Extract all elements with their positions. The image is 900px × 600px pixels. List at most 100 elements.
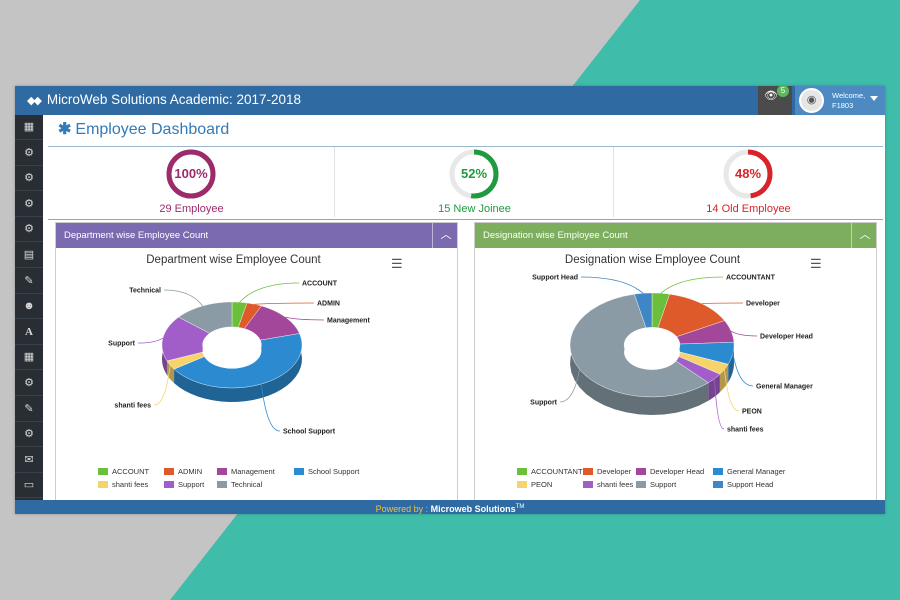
data-label: ACCOUNTANT	[726, 275, 776, 282]
gears-icon: ⚙	[24, 223, 34, 236]
legend-label: ACCOUNT	[112, 467, 150, 476]
data-label: ADMIN	[317, 301, 340, 308]
data-label: Technical	[129, 288, 161, 295]
envelope-icon: ✉	[24, 453, 34, 466]
welcome-block: Welcome, F1803	[832, 91, 865, 111]
sidebar-item-9[interactable]: ▦	[15, 345, 43, 371]
sidebar-item-13[interactable]: ✉	[15, 448, 43, 473]
app-title: MicroWeb Solutions Academic: 2017-2018	[46, 92, 302, 107]
legend-item[interactable]: shanti fees	[583, 480, 633, 489]
gears-icon: ⚙	[24, 146, 34, 159]
sidebar-item-3[interactable]: ⚙	[15, 192, 43, 217]
legend-swatch	[517, 481, 527, 488]
top-navbar: ◆◆ MicroWeb Solutions Academic: 2017-2018…	[15, 86, 885, 115]
footer-company: Microweb Solutions	[430, 504, 516, 514]
leader-line	[580, 276, 644, 294]
sidebar-item-0[interactable]: ▦	[15, 115, 43, 140]
department-pie-chart: ACCOUNT ADMIN Management School Support shan…	[108, 281, 370, 436]
edit-icon: ✎	[24, 274, 34, 287]
legend-label: Developer Head	[650, 467, 705, 476]
data-label: General Manager	[756, 384, 813, 391]
legend-item[interactable]: ACCOUNTANT	[517, 467, 583, 476]
legend-item[interactable]: Developer	[583, 467, 631, 476]
leader-line	[239, 282, 300, 303]
department-panel: Department wise Employee Count ︿ Departm…	[55, 222, 458, 502]
legend-label: shanti fees	[112, 480, 149, 489]
sidebar-item-14[interactable]: ▭	[15, 473, 43, 499]
stat-new-joinee: 52% 15 New Joinee	[335, 147, 614, 217]
sidebar-item-7[interactable]: ☻	[15, 294, 43, 320]
legend-label: ADMIN	[178, 467, 203, 476]
legend-swatch	[164, 468, 174, 475]
page-title-text: Employee Dashboard	[75, 121, 230, 138]
user-id: F1803	[832, 101, 854, 110]
panel-title: Designation wise Employee Count	[483, 230, 628, 241]
sidebar-item-1[interactable]: ⚙	[15, 141, 43, 166]
app-window: ◆◆ MicroWeb Solutions Academic: 2017-2018…	[15, 86, 885, 514]
eye-icon: 👁	[764, 90, 778, 102]
leader-line	[285, 316, 325, 321]
donut-hole	[202, 332, 262, 369]
sidebar-item-8[interactable]: A	[15, 320, 43, 345]
legend-item[interactable]: Developer Head	[636, 467, 704, 476]
data-label: Developer	[746, 301, 780, 308]
legend-label: ACCOUNTANT	[531, 467, 583, 476]
legend-item[interactable]: Support	[164, 480, 204, 489]
legend-item[interactable]: shanti fees	[98, 480, 148, 489]
leader-line	[660, 276, 724, 294]
legend-swatch	[713, 481, 723, 488]
collapse-button[interactable]: ︿	[851, 223, 876, 248]
legend-swatch	[294, 468, 304, 475]
sidebar-item-11[interactable]: ✎	[15, 397, 43, 422]
legend-item[interactable]: PEON	[517, 480, 552, 489]
data-label: shanti fees	[114, 403, 151, 410]
stat-old-employee: 48% 14 Old Employee	[614, 147, 883, 217]
data-label: Support Head	[532, 275, 578, 282]
legend-item[interactable]: ACCOUNT	[98, 467, 149, 476]
table-icon: ▦	[23, 351, 35, 364]
legend-swatch	[517, 468, 527, 475]
legend-item[interactable]: School Support	[294, 467, 359, 476]
page-title: ✱ Employee Dashboard	[58, 119, 229, 139]
avatar: ◉	[799, 88, 824, 113]
legend-swatch	[164, 481, 174, 488]
sidebar-item-12[interactable]: ⚙	[15, 422, 43, 448]
stat-label: 29 Employee	[159, 203, 224, 215]
legend-swatch	[98, 481, 108, 488]
users-icon: ☻	[23, 300, 35, 313]
welcome-text: Welcome,	[832, 91, 866, 100]
data-label: PEON	[742, 409, 762, 416]
data-label: School Support	[283, 429, 336, 436]
sidebar-item-10[interactable]: ⚙	[15, 371, 43, 396]
sidebar-item-4[interactable]: ⚙	[15, 217, 43, 243]
sidebar-item-6[interactable]: ✎	[15, 269, 43, 294]
legend-label: PEON	[531, 480, 553, 489]
gears-icon: ⚙	[24, 172, 34, 185]
legend-swatch	[583, 481, 593, 488]
sidebar-item-2[interactable]: ⚙	[15, 166, 43, 192]
legend-item[interactable]: General Manager	[713, 467, 785, 476]
main-content: ✱ Employee Dashboard 100% 29 Employee 52%…	[43, 115, 885, 502]
legend-swatch	[217, 481, 227, 488]
legend-item[interactable]: Technical	[217, 480, 262, 489]
chevron-up-icon: ︿	[440, 229, 452, 241]
donut-hole	[624, 334, 680, 370]
leader-line	[254, 302, 315, 305]
legend-label: Technical	[231, 480, 263, 489]
legend-item[interactable]: ADMIN	[164, 467, 202, 476]
legend-item[interactable]: Support Head	[713, 480, 773, 489]
sidebar-item-5[interactable]: ▤	[15, 243, 43, 268]
stat-percent: 52%	[460, 166, 488, 181]
legend-swatch	[217, 468, 227, 475]
collapse-button[interactable]: ︿	[432, 223, 457, 248]
brand[interactable]: ◆◆ MicroWeb Solutions Academic: 2017-2018	[27, 92, 301, 107]
leader-line	[732, 353, 754, 387]
stat-total-employee: 100% 29 Employee	[48, 147, 335, 217]
data-label: Developer Head	[760, 334, 813, 341]
legend-item[interactable]: Support	[636, 480, 676, 489]
notifications-button[interactable]: 👁 5	[758, 86, 792, 115]
legend-item[interactable]: Management	[217, 467, 275, 476]
footer-tm: TM	[515, 504, 525, 510]
user-menu[interactable]: ◉ Welcome, F1803	[795, 86, 885, 115]
diamond-logo-icon: ◆◆	[27, 95, 42, 107]
